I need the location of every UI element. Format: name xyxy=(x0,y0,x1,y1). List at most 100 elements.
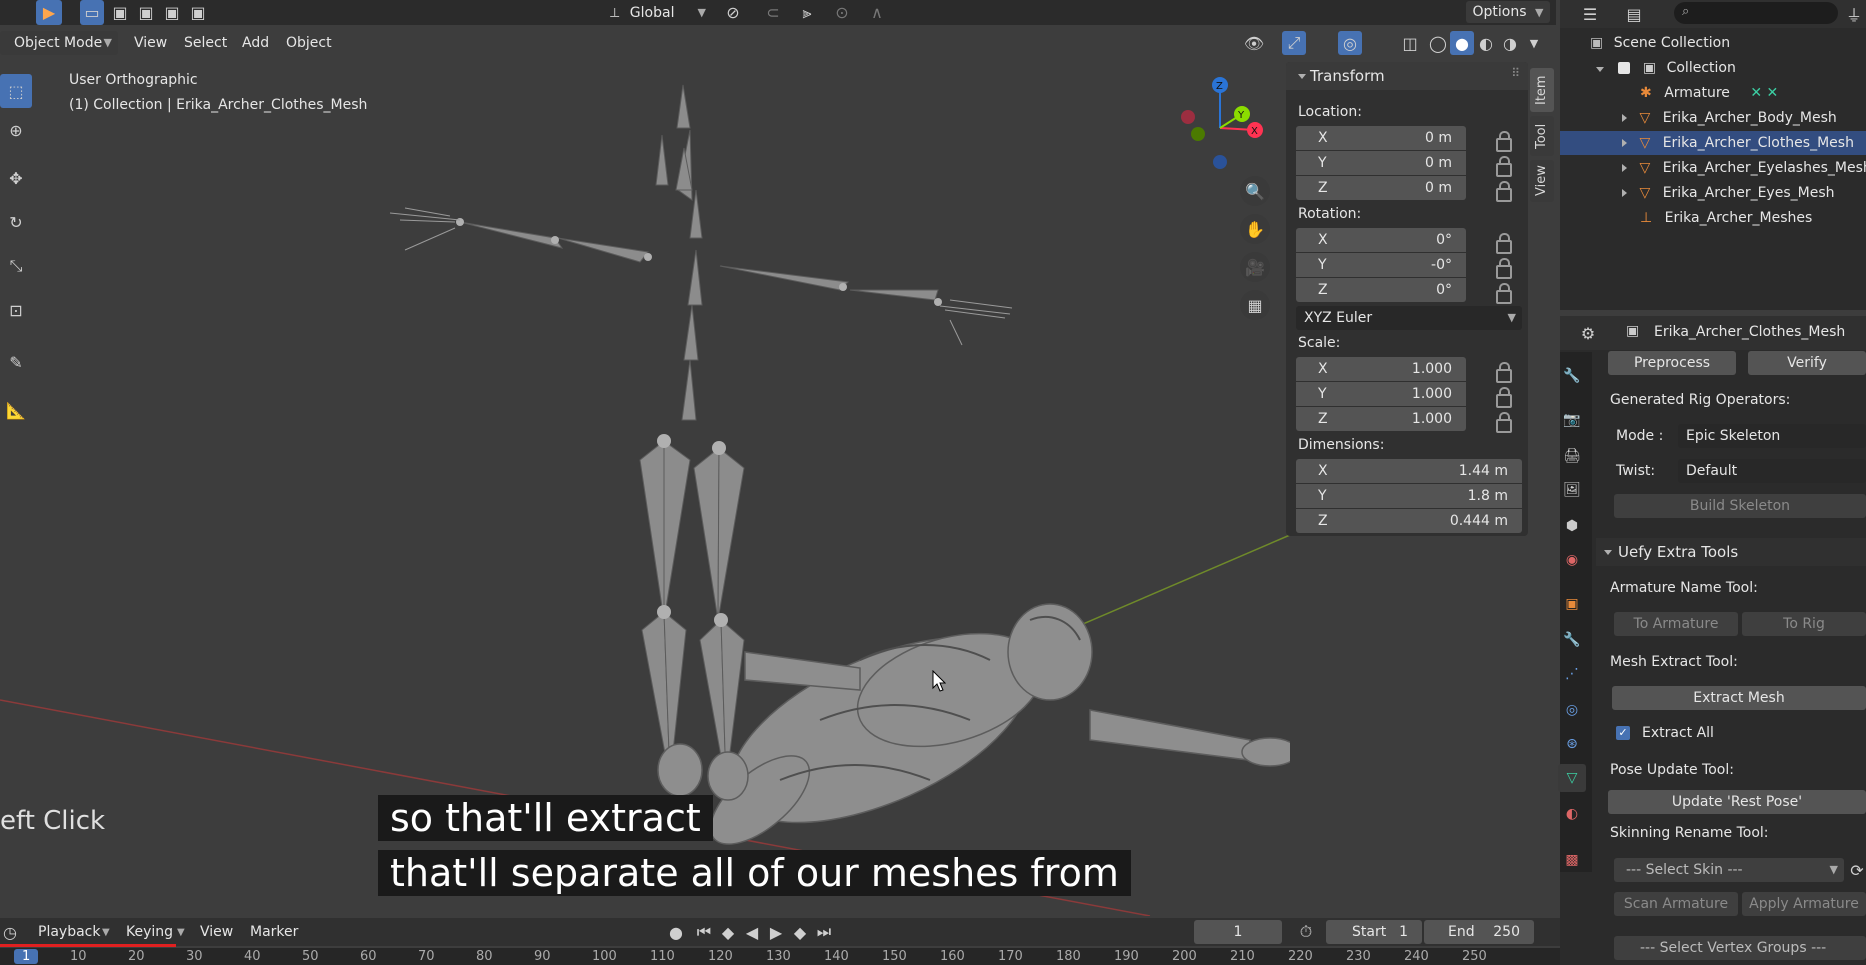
dimensions-z-field[interactable]: Z 0.444 m xyxy=(1296,509,1522,533)
zoom-icon[interactable]: 🔍 xyxy=(1240,176,1270,206)
outliner-item-armature[interactable]: ✱ Armature ✕ ✕ xyxy=(1640,81,1778,105)
uefy-extra-tools-header[interactable]: Uefy Extra Tools xyxy=(1596,538,1866,566)
modifier-tab-icon[interactable]: 🔧 xyxy=(1558,626,1586,654)
menu-object[interactable]: Object xyxy=(286,35,332,51)
record-icon[interactable]: ● xyxy=(664,920,688,944)
location-x-field[interactable]: X0 m xyxy=(1296,126,1466,150)
output-tab-icon[interactable]: 🖨 xyxy=(1558,442,1586,470)
mode-dropdown[interactable]: Epic Skeleton xyxy=(1678,424,1866,448)
menu-view[interactable]: View xyxy=(134,35,167,51)
next-keyframe-icon[interactable]: ◆ xyxy=(788,920,812,944)
properties-editor-icon[interactable]: ⚙ xyxy=(1570,321,1606,345)
select-subtract-mode-icon[interactable]: ▣ xyxy=(134,0,158,25)
rotation-mode-dropdown[interactable]: XYZ Euler ▼ xyxy=(1296,306,1522,330)
dimensions-y-field[interactable]: Y 1.8 m xyxy=(1296,484,1522,508)
scale-z-field[interactable]: Z 1.000 xyxy=(1296,407,1466,431)
outliner-editor-icon[interactable]: ☰ xyxy=(1572,2,1608,26)
select-skin-dropdown[interactable]: --- Select Skin --- ▼ xyxy=(1614,858,1844,882)
location-y-field[interactable]: Y0 m xyxy=(1296,151,1466,175)
menu-add[interactable]: Add xyxy=(242,35,269,51)
jump-start-icon[interactable]: ⏮ xyxy=(692,920,716,944)
overlay-toggle-icon[interactable]: ◎ xyxy=(1338,31,1362,55)
prev-keyframe-icon[interactable]: ◆ xyxy=(716,920,740,944)
display-mode-icon[interactable]: ▤ xyxy=(1616,2,1652,26)
view-layer-tab-icon[interactable]: 🖼 xyxy=(1558,476,1586,504)
extract-mesh-button[interactable]: Extract Mesh xyxy=(1612,686,1866,710)
tool-tab-icon[interactable]: 🔧 xyxy=(1558,362,1586,390)
navigation-gizmo[interactable]: Z Y X xyxy=(1170,70,1270,180)
select-tool-icon[interactable]: ▶ xyxy=(36,0,62,25)
end-frame-field[interactable]: End 250 xyxy=(1424,920,1534,944)
lock-rotation-z-icon[interactable] xyxy=(1496,283,1512,304)
lock-rotation-y-icon[interactable] xyxy=(1496,258,1512,279)
drag-handle-icon[interactable]: ⠿ xyxy=(1511,66,1520,80)
location-z-field[interactable]: Z0 m xyxy=(1296,176,1466,200)
outliner-item-eyelashes-mesh[interactable]: ▽ Erika_Archer_Eyelashes_Mesh xyxy=(1622,156,1866,180)
proportional-edit-icon[interactable]: ⊙ xyxy=(830,0,854,25)
checkbox-icon[interactable] xyxy=(1618,62,1631,74)
outliner-collection[interactable]: ▣ Collection xyxy=(1596,56,1736,80)
menu-timeline-view[interactable]: View xyxy=(200,924,233,940)
solid-shading-icon[interactable]: ● xyxy=(1450,31,1474,55)
update-rest-pose-button[interactable]: Update 'Rest Pose' xyxy=(1608,790,1866,814)
rotation-z-field[interactable]: Z 0° xyxy=(1296,278,1466,302)
preprocess-button[interactable]: Preprocess xyxy=(1608,351,1736,375)
outliner-item-meshes[interactable]: ⊥ Erika_Archer_Meshes xyxy=(1640,206,1812,230)
data-tab-icon[interactable]: ▽ xyxy=(1558,764,1586,792)
timeline-editor-icon[interactable]: ◷ xyxy=(0,920,20,944)
physics-tab-icon[interactable]: ◎ xyxy=(1558,696,1586,724)
transform-header[interactable]: Transform ⠿ xyxy=(1286,62,1528,90)
lock-scale-y-icon[interactable] xyxy=(1496,387,1512,408)
dimensions-x-field[interactable]: X 1.44 m xyxy=(1296,459,1522,483)
material-shading-icon[interactable]: ◐ xyxy=(1474,31,1498,55)
object-tab-icon[interactable]: ▣ xyxy=(1558,590,1586,618)
menu-select[interactable]: Select xyxy=(184,35,227,51)
rendered-shading-icon[interactable]: ◑ xyxy=(1498,31,1522,55)
snap-icon[interactable]: ⊂ xyxy=(760,0,786,25)
select-extend-mode-icon[interactable]: ▣ xyxy=(108,0,132,25)
outliner-item-eyes-mesh[interactable]: ▽ Erika_Archer_Eyes_Mesh xyxy=(1622,181,1834,205)
scale-x-field[interactable]: X 1.000 xyxy=(1296,357,1466,381)
lock-scale-x-icon[interactable] xyxy=(1496,362,1512,383)
outliner-item-clothes-mesh[interactable]: ▽ Erika_Archer_Clothes_Mesh xyxy=(1560,131,1866,155)
refresh-icon[interactable]: ⟳ xyxy=(1848,858,1866,882)
select-vertex-groups-dropdown[interactable]: --- Select Vertex Groups --- xyxy=(1614,936,1866,960)
menu-playback[interactable]: Playback xyxy=(38,924,100,940)
tab-tool[interactable]: Tool xyxy=(1530,116,1554,156)
falloff-icon[interactable]: ∧ xyxy=(860,0,894,25)
rotation-x-field[interactable]: X 0° xyxy=(1296,228,1466,252)
extract-all-checkbox[interactable]: ✓ xyxy=(1616,726,1630,740)
object-mode-dropdown[interactable]: Object Mode ▼ xyxy=(0,31,118,55)
texture-tab-icon[interactable]: ▩ xyxy=(1558,846,1586,874)
play-icon[interactable]: ▶ xyxy=(764,920,788,944)
current-frame-field[interactable]: 1 xyxy=(1194,920,1282,944)
timeline-ruler[interactable]: 1 10 20 30 40 50 60 70 80 90 100 110 120 130 140 150 160… xyxy=(0,948,1560,965)
verify-button[interactable]: Verify xyxy=(1748,351,1866,375)
scene-tab-icon[interactable]: ⬢ xyxy=(1558,512,1586,540)
jump-end-icon[interactable]: ⏭ xyxy=(812,920,836,944)
visibility-icon[interactable]: 👁 xyxy=(1236,31,1272,55)
select-invert-mode-icon[interactable]: ▣ xyxy=(160,0,184,25)
scale-y-field[interactable]: Y 1.000 xyxy=(1296,382,1466,406)
tab-view[interactable]: View xyxy=(1530,160,1554,202)
select-box-mode-icon[interactable]: ▭ xyxy=(80,0,104,25)
options-dropdown[interactable]: Options ▼ xyxy=(1466,1,1550,23)
to-armature-button[interactable]: To Armature xyxy=(1614,612,1738,636)
stopwatch-icon[interactable]: ⏱ xyxy=(1294,920,1318,944)
lock-location-x-icon[interactable] xyxy=(1496,131,1512,152)
xray-icon[interactable]: ◫ xyxy=(1398,31,1422,55)
wireframe-shading-icon[interactable]: ◯ xyxy=(1426,31,1450,55)
lock-location-y-icon[interactable] xyxy=(1496,156,1512,177)
lock-location-z-icon[interactable] xyxy=(1496,181,1512,202)
menu-keying[interactable]: Keying xyxy=(126,924,173,940)
filter-icon[interactable]: ⏚ xyxy=(1842,2,1866,26)
outliner-search-input[interactable]: ⌕ xyxy=(1674,2,1838,24)
start-frame-field[interactable]: Start 1 xyxy=(1326,920,1422,944)
twist-dropdown[interactable]: Default xyxy=(1678,459,1866,483)
to-rig-button[interactable]: To Rig xyxy=(1742,612,1866,636)
camera-view-icon[interactable]: 🎥 xyxy=(1240,252,1270,282)
particles-tab-icon[interactable]: ⋰ xyxy=(1558,660,1586,688)
pan-hand-icon[interactable]: ✋ xyxy=(1240,214,1270,244)
world-tab-icon[interactable]: ◉ xyxy=(1558,546,1586,574)
constraints-tab-icon[interactable]: ⊛ xyxy=(1558,730,1586,758)
